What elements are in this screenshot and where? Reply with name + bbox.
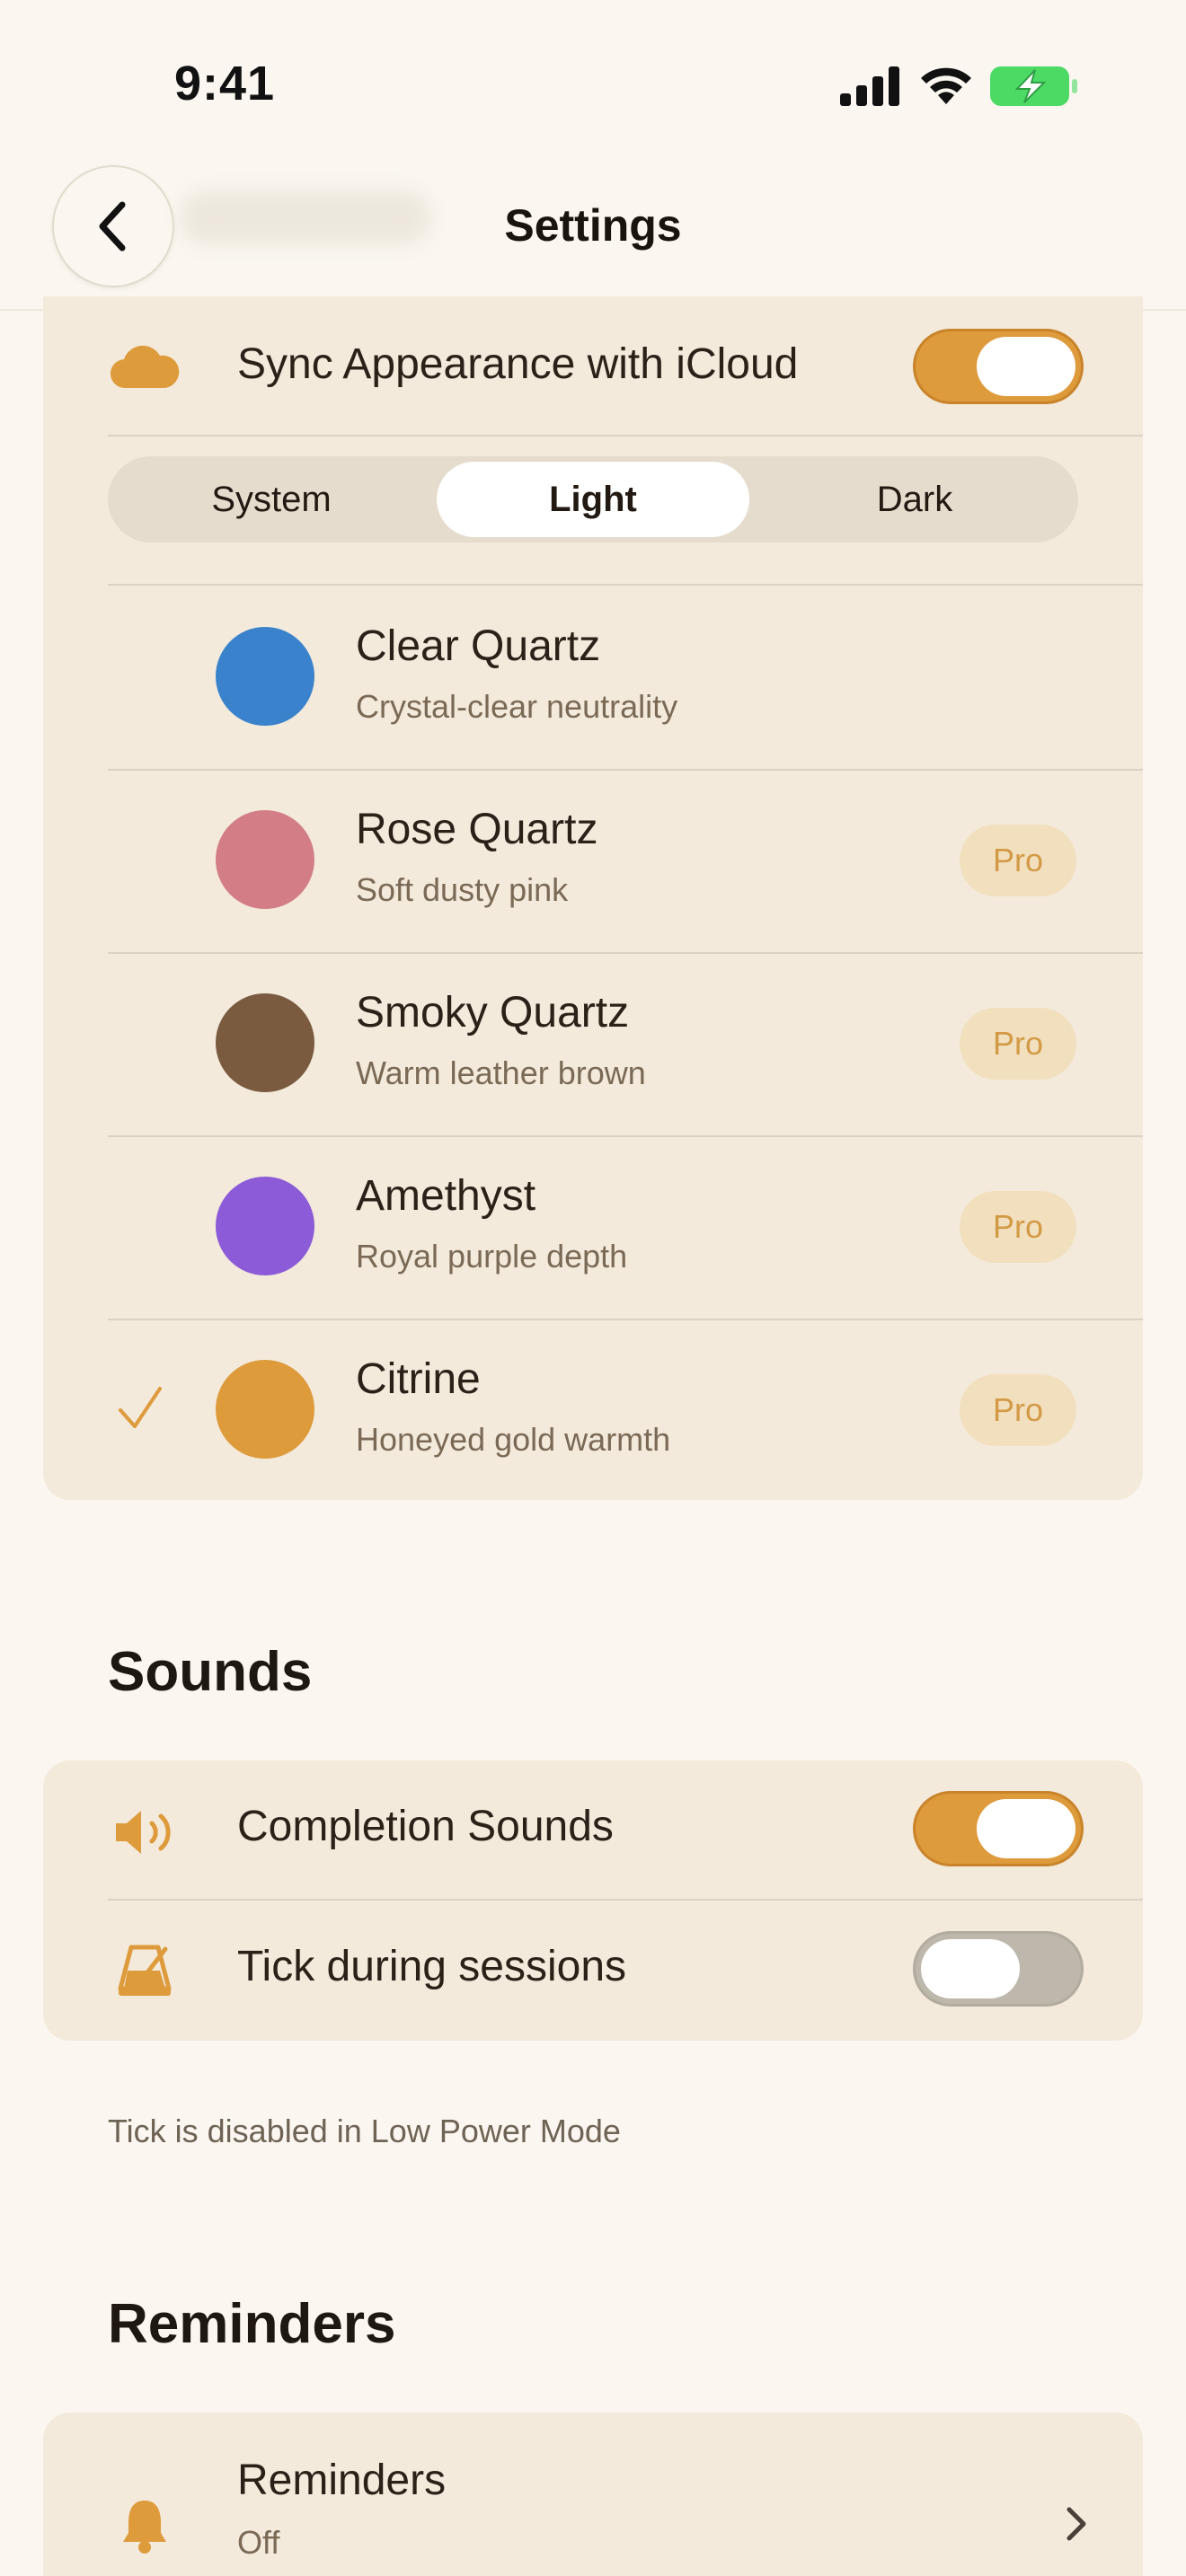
completion-sounds-label: Completion Sounds: [237, 1803, 614, 1850]
reminders-card: Reminders Off: [43, 2413, 1143, 2576]
appearance-card: Sync Appearance with iCloud System Light…: [43, 296, 1143, 1500]
section-title-reminders: Reminders: [108, 2293, 396, 2355]
segment-system[interactable]: System: [115, 462, 428, 537]
page-title: Settings: [504, 200, 682, 251]
pro-badge: Pro: [960, 1374, 1076, 1446]
theme-row-citrine[interactable]: Citrine Honeyed gold warmth Pro: [43, 1319, 1143, 1502]
pro-badge: Pro: [960, 825, 1076, 896]
toggle-knob: [977, 1799, 1075, 1858]
theme-description: Warm leather brown: [356, 1054, 646, 1091]
theme-row-smoky-quartz[interactable]: Smoky Quartz Warm leather brown Pro: [43, 952, 1143, 1135]
segment-dark[interactable]: Dark: [758, 462, 1071, 537]
reminders-value: Off: [237, 2524, 280, 2561]
theme-swatch: [216, 1360, 314, 1459]
pro-badge: Pro: [960, 1191, 1076, 1263]
theme-name: Rose Quartz: [356, 806, 598, 853]
metronome-icon: [108, 1944, 181, 1998]
theme-row-amethyst[interactable]: Amethyst Royal purple depth Pro: [43, 1135, 1143, 1319]
status-bar: 9:41: [0, 0, 1186, 171]
pro-badge: Pro: [960, 1008, 1076, 1080]
theme-swatch: [216, 810, 314, 909]
signal-icon: [840, 66, 899, 106]
theme-name: Amethyst: [356, 1172, 536, 1220]
theme-swatch: [216, 627, 314, 726]
theme-swatch: [216, 1177, 314, 1275]
theme-description: Royal purple depth: [356, 1238, 628, 1275]
theme-swatch: [216, 993, 314, 1092]
section-title-sounds: Sounds: [108, 1641, 313, 1703]
divider: [108, 1899, 1143, 1901]
chevron-right-icon[interactable]: [1062, 2504, 1089, 2544]
settings-screen: 9:41 Settings Sync Appearance with iClou…: [0, 0, 1186, 2576]
navigation-bar: Settings: [0, 153, 1186, 311]
theme-row-rose-quartz[interactable]: Rose Quartz Soft dusty pink Pro: [43, 769, 1143, 952]
status-time: 9:41: [174, 57, 276, 110]
wifi-icon: [921, 67, 971, 104]
toggle-knob: [977, 337, 1075, 396]
toggle-knob: [921, 1939, 1020, 1998]
divider: [108, 435, 1143, 437]
theme-description: Crystal-clear neutrality: [356, 688, 678, 725]
tick-during-sessions-label: Tick during sessions: [237, 1943, 627, 1990]
appearance-mode-segmented-control: System Light Dark: [108, 456, 1078, 543]
sync-appearance-label: Sync Appearance with iCloud: [237, 340, 799, 388]
cloud-icon: [108, 340, 181, 393]
theme-name: Clear Quartz: [356, 622, 601, 670]
segment-light[interactable]: Light: [437, 462, 749, 537]
completion-sounds-toggle[interactable]: [913, 1791, 1084, 1866]
checkmark-icon: [119, 1387, 162, 1428]
battery-charging-icon: [990, 66, 1077, 106]
bell-icon: [108, 2499, 181, 2554]
tick-during-sessions-toggle[interactable]: [913, 1931, 1084, 2007]
theme-name: Citrine: [356, 1355, 481, 1403]
tick-footnote: Tick is disabled in Low Power Mode: [108, 2113, 621, 2149]
reminders-label: Reminders: [237, 2457, 447, 2504]
sounds-card: Completion Sounds Tick during sessions: [43, 1760, 1143, 2041]
theme-description: Honeyed gold warmth: [356, 1421, 671, 1458]
speaker-icon: [108, 1805, 181, 1859]
sync-appearance-toggle[interactable]: [913, 329, 1084, 404]
theme-description: Soft dusty pink: [356, 871, 569, 908]
theme-row-clear-quartz[interactable]: Clear Quartz Crystal-clear neutrality: [43, 586, 1143, 769]
theme-name: Smoky Quartz: [356, 989, 630, 1037]
